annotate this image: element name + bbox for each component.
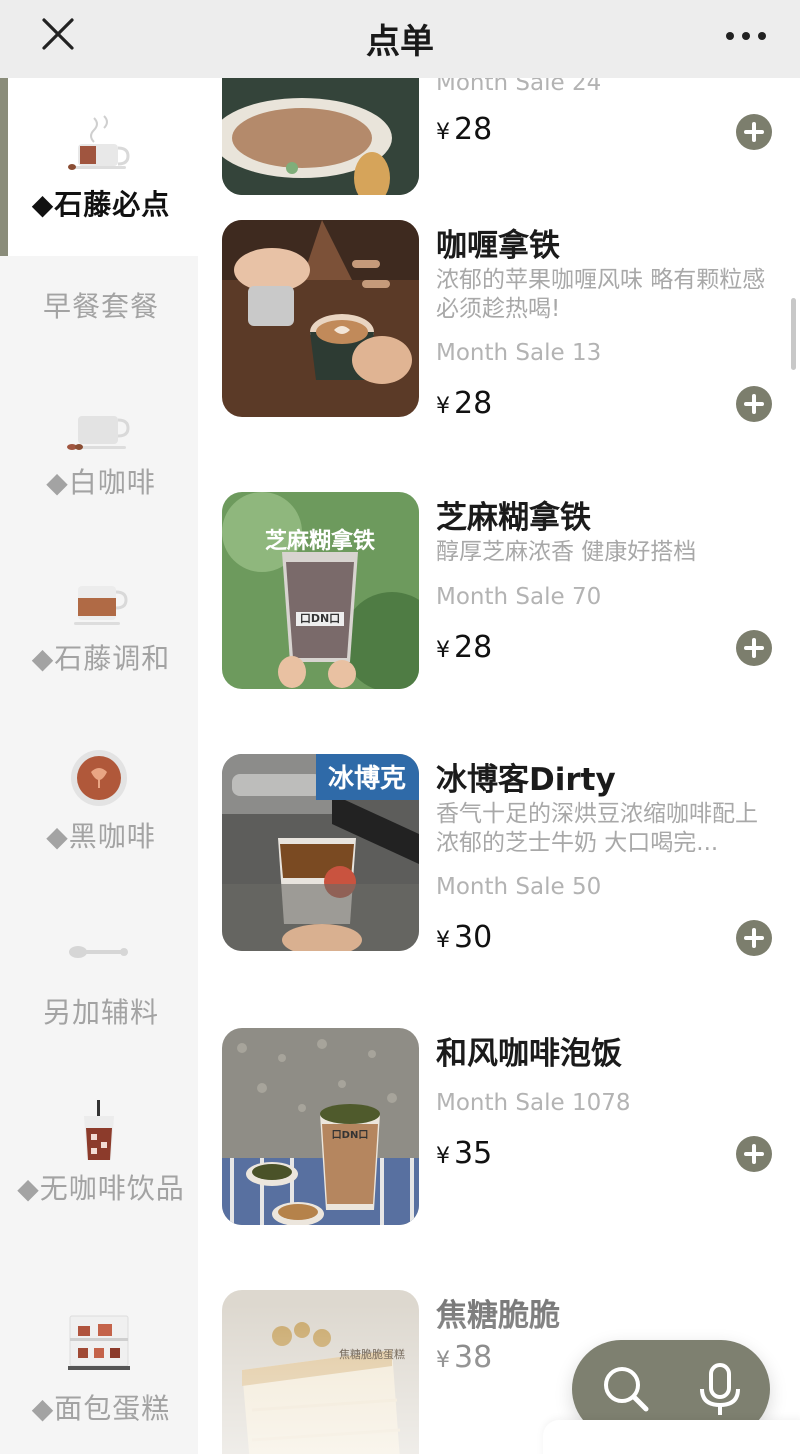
microphone-icon[interactable] bbox=[690, 1359, 750, 1419]
sidebar-item-black-coffee[interactable]: ◆黑咖啡 bbox=[0, 732, 198, 882]
sidebar-item-bread-cake[interactable]: ◆面包蛋糕 bbox=[0, 1306, 198, 1454]
product-thumbnail: 芝麻糊拿铁 口DN口 bbox=[222, 492, 419, 689]
sidebar-item-label: ◆石藤调和 bbox=[31, 642, 171, 675]
sidebar-item-label: ◆面包蛋糕 bbox=[31, 1392, 171, 1425]
month-sale: Month Sale 70 bbox=[436, 584, 602, 610]
product-price: ¥28 bbox=[436, 112, 492, 147]
month-sale: Month Sale 13 bbox=[436, 340, 602, 366]
price-value: 28 bbox=[454, 630, 493, 665]
thumbnail-badge: 冰博克 bbox=[328, 764, 406, 794]
order-screen: 点单 ◆石藤必点 早餐套餐 ◆白咖啡 ◆石藤调和 ◆黑咖啡 另加辅料 ◆无咖啡饮… bbox=[0, 0, 800, 1454]
product-thumbnail bbox=[222, 220, 419, 417]
month-sale: Month Sale 1078 bbox=[436, 1090, 631, 1116]
price-value: 35 bbox=[454, 1136, 493, 1171]
sidebar-item-label: ◆无咖啡饮品 bbox=[17, 1172, 185, 1205]
sidebar-item-shiteng-blend[interactable]: ◆石藤调和 bbox=[0, 554, 198, 704]
product-name: 咖喱拿铁 bbox=[436, 228, 560, 264]
cup-brand: 口DN口 bbox=[300, 612, 340, 625]
price-value: 30 bbox=[454, 920, 493, 955]
hot-coffee-cup-icon bbox=[64, 114, 134, 174]
product-name: 和风咖啡泡饭 bbox=[436, 1036, 622, 1072]
product-list: Month Sale 24 ¥28 咖喱拿铁 浓郁的苹果咖喱风味 略有颗粒感 必… bbox=[198, 78, 800, 1454]
price-value: 28 bbox=[454, 386, 493, 421]
add-to-cart-button[interactable] bbox=[736, 386, 772, 422]
list-item[interactable]: Month Sale 24 ¥28 bbox=[198, 78, 800, 195]
currency-symbol: ¥ bbox=[436, 120, 450, 145]
sidebar-item-label: ◆石藤必点 bbox=[31, 188, 171, 221]
sidebar-item-breakfast[interactable]: 早餐套餐 bbox=[0, 256, 198, 356]
add-to-cart-button[interactable] bbox=[736, 630, 772, 666]
product-name: 芝麻糊拿铁 bbox=[436, 500, 591, 536]
product-description: 浓郁的苹果咖喱风味 略有颗粒感 必须趁热喝! bbox=[436, 267, 766, 322]
product-price: ¥38 bbox=[436, 1340, 492, 1375]
product-thumbnail: 焦糖脆脆蛋糕 bbox=[222, 1290, 419, 1454]
currency-symbol: ¥ bbox=[436, 638, 450, 663]
top-bar: 点单 bbox=[0, 0, 800, 78]
white-coffee-cup-icon bbox=[64, 400, 134, 460]
scrollbar[interactable] bbox=[791, 298, 796, 370]
product-description: 香气十足的深烘豆浓缩咖啡配上浓郁的芝士牛奶 大口喝完... bbox=[436, 801, 758, 856]
sidebar-item-label: ◆黑咖啡 bbox=[46, 820, 156, 853]
more-icon[interactable] bbox=[724, 18, 768, 54]
price-value: 28 bbox=[454, 112, 493, 147]
list-item[interactable]: 口DN口 和风咖啡泡饭 Month Sale 1078 ¥35 bbox=[198, 1028, 800, 1268]
month-sale: Month Sale 50 bbox=[436, 874, 602, 900]
add-to-cart-button[interactable] bbox=[736, 1136, 772, 1172]
product-description: 醇厚芝麻浓香 健康好搭档 bbox=[436, 539, 697, 565]
bottom-panel bbox=[543, 1420, 800, 1454]
product-price: ¥30 bbox=[436, 920, 492, 955]
list-item[interactable]: 芝麻糊拿铁 口DN口 芝麻糊拿铁 醇厚芝麻浓香 健康好搭档 Month Sale… bbox=[198, 492, 800, 732]
product-thumbnail bbox=[222, 78, 419, 195]
thumbnail-title: 芝麻糊拿铁 bbox=[265, 528, 375, 554]
product-price: ¥28 bbox=[436, 386, 492, 421]
currency-symbol: ¥ bbox=[436, 394, 450, 419]
sidebar-item-label: 另加辅料 bbox=[42, 996, 159, 1029]
latte-cup-icon bbox=[64, 576, 134, 636]
price-value: 38 bbox=[454, 1340, 493, 1375]
sidebar-item-extras[interactable]: 另加辅料 bbox=[0, 908, 198, 1058]
currency-symbol: ¥ bbox=[436, 1348, 450, 1373]
black-coffee-icon bbox=[64, 748, 134, 808]
list-item[interactable]: 冰博克 冰博客Dirty 香气十足的深烘豆浓缩咖啡配上浓郁的芝士牛奶 大口喝完.… bbox=[198, 754, 800, 1004]
product-price: ¥28 bbox=[436, 630, 492, 665]
cup-brand: 口DN口 bbox=[332, 1130, 369, 1141]
search-icon[interactable] bbox=[596, 1359, 656, 1419]
sidebar-item-white-coffee[interactable]: ◆白咖啡 bbox=[0, 378, 198, 528]
product-name: 焦糖脆脆 bbox=[436, 1298, 560, 1334]
cake-display-icon bbox=[64, 1312, 134, 1372]
spoon-icon bbox=[64, 924, 134, 984]
sidebar-item-shiteng-must[interactable]: ◆石藤必点 bbox=[0, 78, 198, 256]
sidebar-item-label: 早餐套餐 bbox=[42, 290, 159, 323]
product-name: 冰博客Dirty bbox=[436, 762, 616, 798]
sidebar-item-non-coffee[interactable]: ◆无咖啡饮品 bbox=[0, 1094, 198, 1284]
thumbnail-title: 焦糖脆脆蛋糕 bbox=[339, 1347, 405, 1361]
product-thumbnail: 口DN口 bbox=[222, 1028, 419, 1225]
month-sale: Month Sale 24 bbox=[436, 78, 602, 96]
page-title: 点单 bbox=[366, 22, 434, 62]
category-sidebar: ◆石藤必点 早餐套餐 ◆白咖啡 ◆石藤调和 ◆黑咖啡 另加辅料 ◆无咖啡饮品 ◆… bbox=[0, 78, 198, 1454]
sidebar-item-label: ◆白咖啡 bbox=[46, 466, 156, 499]
add-to-cart-button[interactable] bbox=[736, 920, 772, 956]
product-thumbnail: 冰博克 bbox=[222, 754, 419, 951]
currency-symbol: ¥ bbox=[436, 928, 450, 953]
iced-drink-icon bbox=[64, 1098, 134, 1160]
currency-symbol: ¥ bbox=[436, 1144, 450, 1169]
add-to-cart-button[interactable] bbox=[736, 114, 772, 150]
product-price: ¥35 bbox=[436, 1136, 492, 1171]
list-item[interactable]: 咖喱拿铁 浓郁的苹果咖喱风味 略有颗粒感 必须趁热喝! Month Sale 1… bbox=[198, 216, 800, 476]
